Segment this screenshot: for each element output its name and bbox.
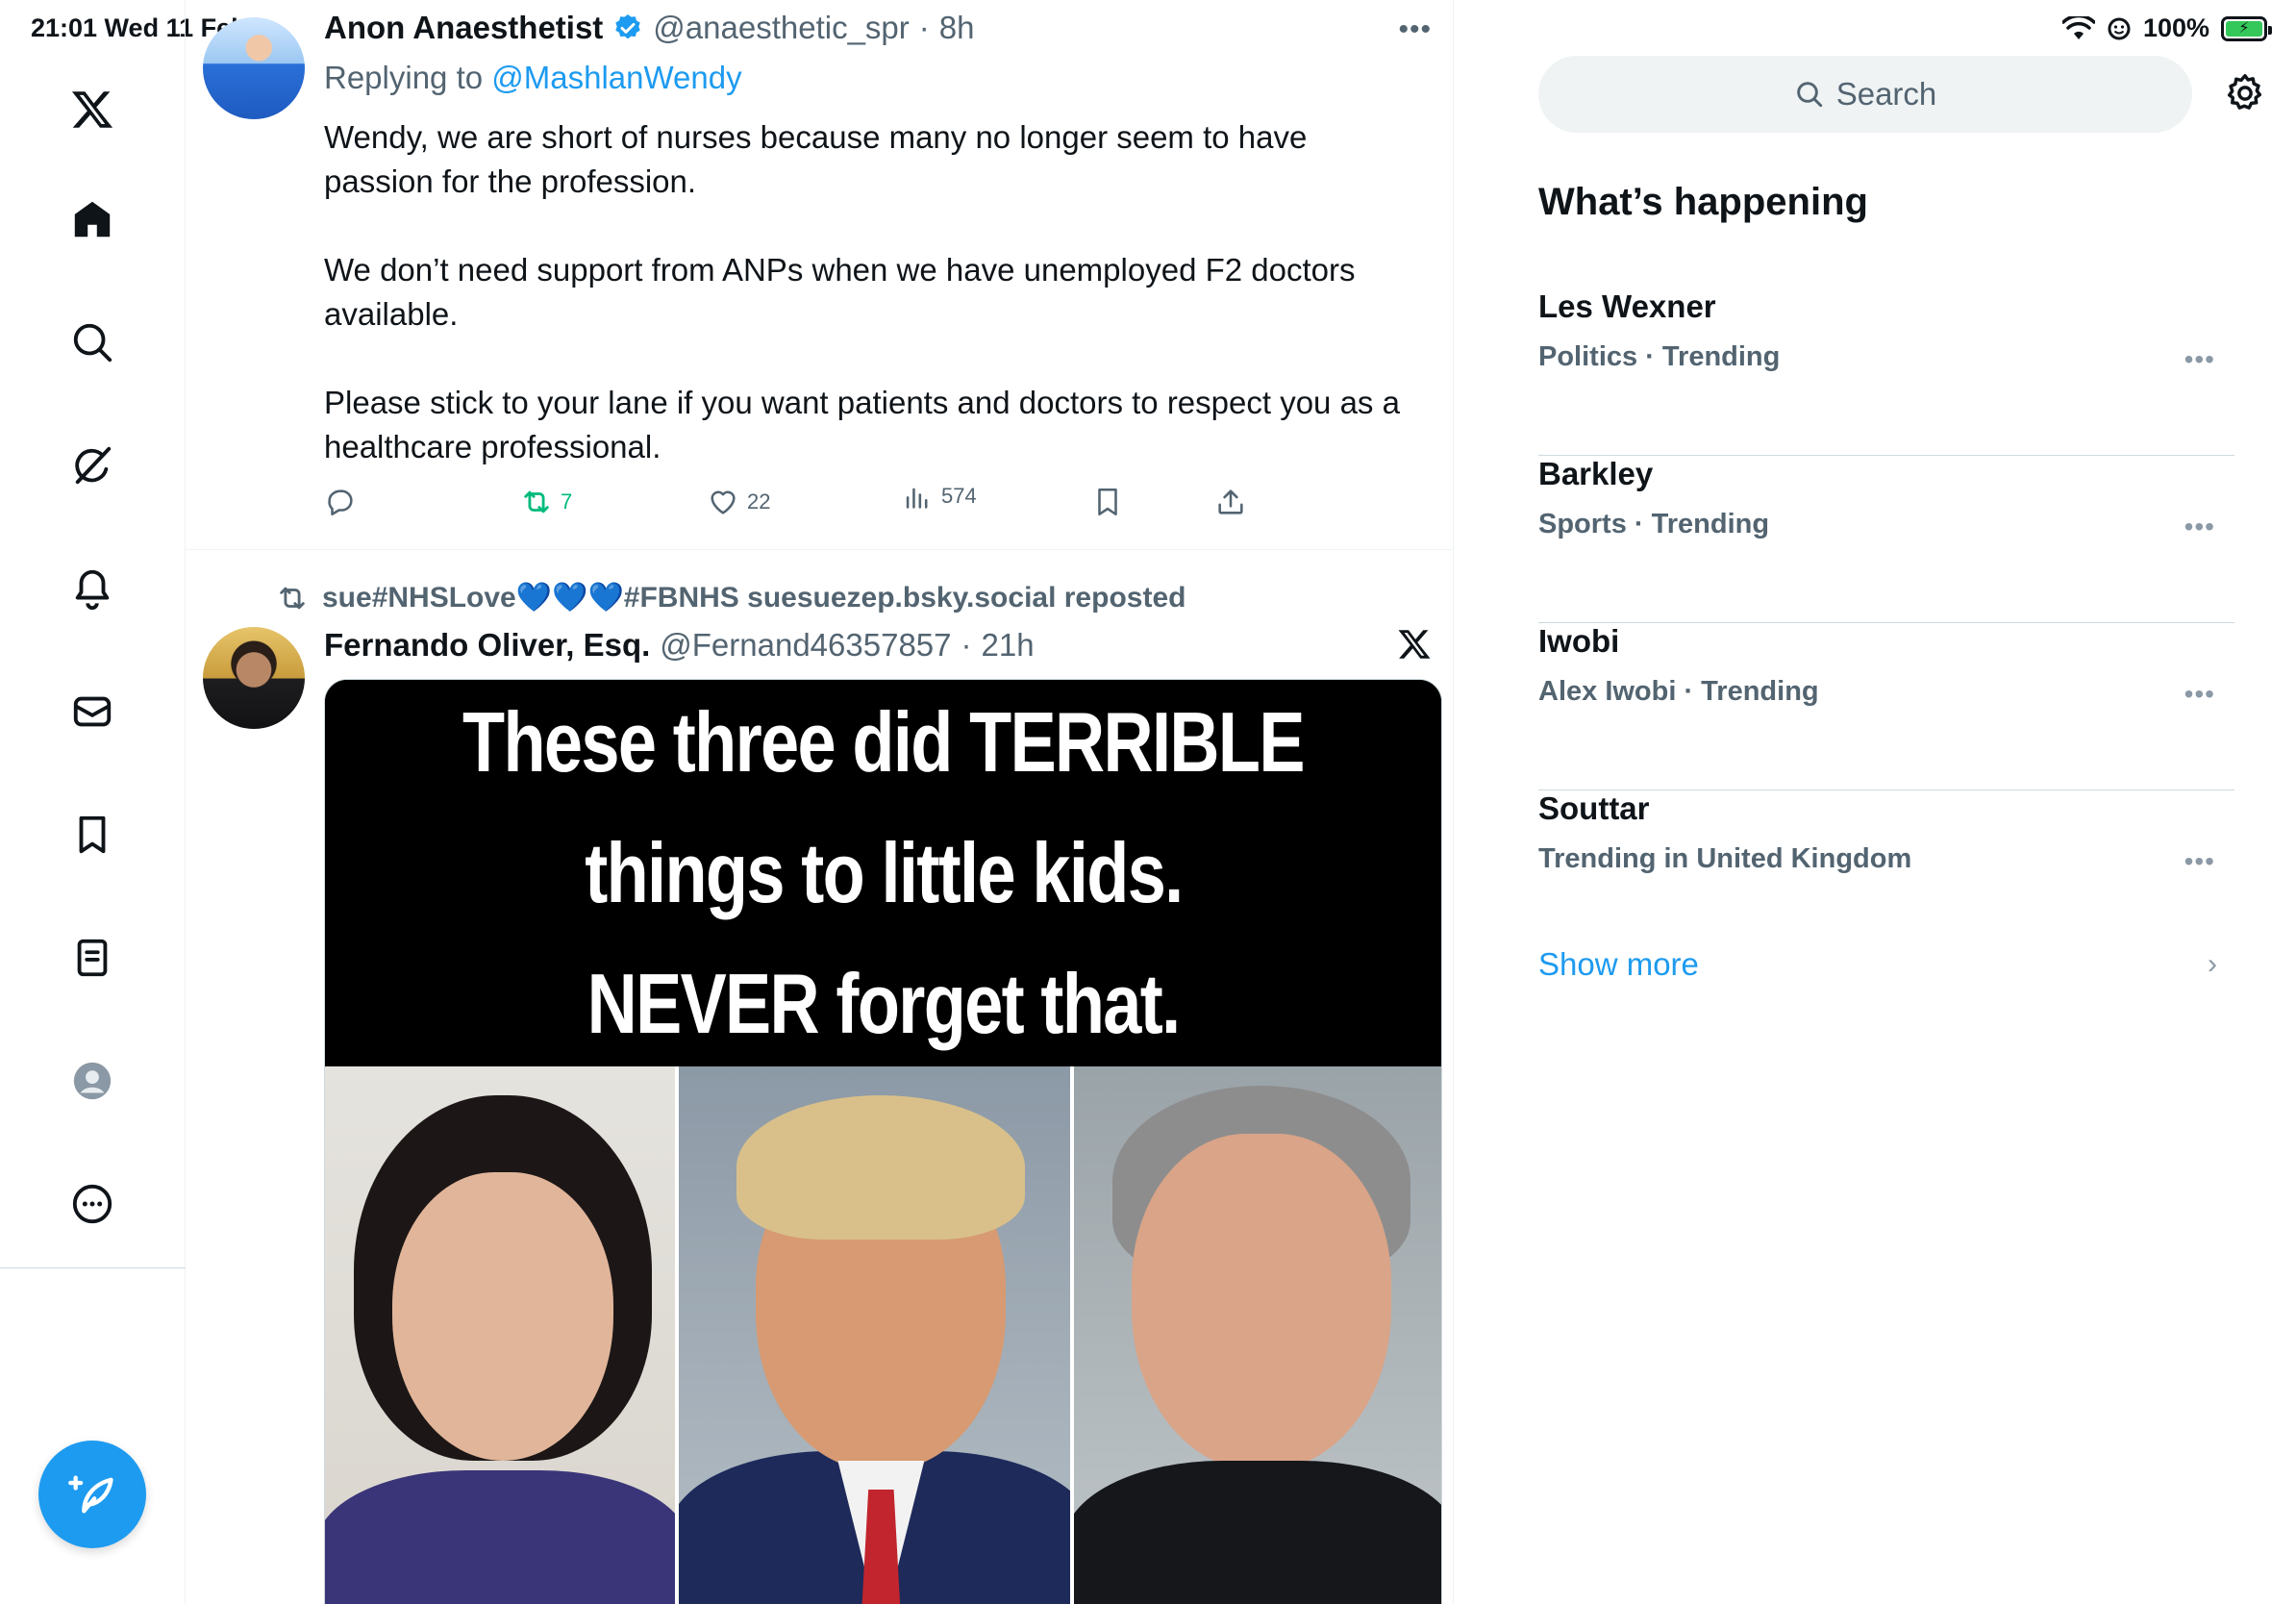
trend-meta: Politics · Trending <box>1538 341 1781 372</box>
share-button[interactable] <box>1214 486 1247 518</box>
trend-name: Iwobi <box>1538 623 1620 659</box>
trend-name: Les Wexner <box>1538 288 1716 324</box>
trend-more-icon[interactable]: ••• <box>2184 512 2215 542</box>
nav-divider <box>0 1267 186 1268</box>
media-photo <box>1073 1066 1441 1604</box>
x-logo-icon[interactable] <box>63 81 121 138</box>
search-placeholder: Search <box>1835 76 1937 112</box>
more-icon[interactable] <box>63 1175 121 1233</box>
retweet-icon <box>524 490 549 514</box>
author-name[interactable]: Fernando Oliver, Esq. <box>324 627 650 664</box>
replying-to-prefix: Replying to <box>324 60 492 95</box>
profile-icon[interactable] <box>63 1052 121 1110</box>
trend-item[interactable]: Les Wexner Politics · Trending ••• <box>1538 288 2234 456</box>
media-photos <box>325 1066 1441 1604</box>
chevron-right-icon[interactable]: › <box>2208 948 2217 981</box>
avatar[interactable] <box>203 17 305 119</box>
tweet-paragraph: Wendy, we are short of nurses because ma… <box>324 119 1308 199</box>
retweet-button[interactable]: 7 <box>520 486 572 518</box>
trend-item[interactable]: Barkley Sports · Trending ••• <box>1538 456 2234 623</box>
compose-feather-icon <box>68 1475 113 1514</box>
views-button[interactable]: 574 <box>901 480 977 513</box>
tweet-header: Fernando Oliver, Esq. @Fernand46357857 ·… <box>324 627 1035 664</box>
compose-post-button[interactable] <box>38 1441 146 1548</box>
settings-gear-icon[interactable] <box>2223 71 2267 115</box>
tweet-paragraph: Please stick to your lane if you want pa… <box>324 385 1400 464</box>
like-button[interactable]: 22 <box>707 486 770 518</box>
replying-to-mention[interactable]: @MashlanWendy <box>491 60 741 95</box>
like-count: 22 <box>747 489 771 514</box>
views-icon <box>906 488 928 509</box>
grok-icon[interactable] <box>63 437 121 494</box>
lists-icon[interactable] <box>63 929 121 987</box>
reply-button[interactable] <box>324 486 357 518</box>
trend-item[interactable]: Souttar Trending in United Kingdom ••• <box>1538 790 2234 958</box>
verified-badge-icon <box>615 14 640 39</box>
tweet-time[interactable]: 8h <box>939 10 975 46</box>
author-name[interactable]: Anon Anaesthetist <box>324 10 603 46</box>
media-caption-line: NEVER forget that. <box>586 956 1182 1051</box>
heart-icon <box>711 490 736 514</box>
reposted-by-text[interactable]: sue#NHSLove💙💙💙#FBNHS suesuezep.bsky.soci… <box>322 581 1185 614</box>
tweet-time[interactable]: 21h <box>982 627 1035 664</box>
media-caption-line: These three did TERRIBLE <box>462 694 1305 789</box>
whats-happening-title: What’s happening <box>1538 181 1868 223</box>
timeline: Anon Anaesthetist @anaesthetic_spr · 8h … <box>186 0 1454 1604</box>
trend-more-icon[interactable]: ••• <box>2184 679 2215 710</box>
tweet-actions: 7 22 574 <box>324 484 1420 524</box>
avatar[interactable] <box>203 627 305 729</box>
separator-dot: · <box>918 10 930 45</box>
trend-item[interactable]: Iwobi Alex Iwobi · Trending ••• <box>1538 623 2234 790</box>
share-icon <box>1218 489 1243 514</box>
bookmark-icon <box>1098 488 1117 516</box>
repost-indicator: sue#NHSLove💙💙💙#FBNHS suesuezep.bsky.soci… <box>276 581 1185 614</box>
search-icon[interactable] <box>63 313 121 371</box>
tweet-more-icon[interactable]: ••• <box>1398 13 1432 46</box>
author-handle: @anaesthetic_spr <box>653 10 910 45</box>
media-caption-line: things to little kids. <box>584 825 1184 920</box>
trend-more-icon[interactable]: ••• <box>2184 344 2215 375</box>
bookmarks-icon[interactable] <box>63 806 121 864</box>
media-photo <box>675 1066 1074 1604</box>
home-icon[interactable] <box>63 190 121 248</box>
tweet-media-image[interactable]: These three did TERRIBLE things to littl… <box>324 679 1442 1604</box>
author-handle: @Fernand46357857 <box>660 627 952 663</box>
right-sidebar: Search What’s happening Les Wexner Polit… <box>1454 0 2296 1604</box>
tweet-text: Wendy, we are short of nurses because ma… <box>324 115 1420 469</box>
reply-icon <box>328 489 353 516</box>
tweet-paragraph: We don’t need support from ANPs when we … <box>324 252 1356 332</box>
tweet-header: Anon Anaesthetist @anaesthetic_spr · 8h <box>324 10 975 46</box>
bookmark-button[interactable] <box>1091 486 1124 518</box>
trend-meta: Sports · Trending <box>1538 509 1770 539</box>
trend-meta: Alex Iwobi · Trending <box>1538 676 1819 707</box>
trend-more-icon[interactable]: ••• <box>2184 846 2215 877</box>
media-photo <box>325 1066 676 1604</box>
left-nav <box>0 0 186 1604</box>
views-count: 574 <box>941 484 977 508</box>
notifications-icon[interactable] <box>63 560 121 617</box>
separator-dot: · <box>961 627 972 663</box>
messages-icon[interactable] <box>63 683 121 740</box>
replying-to: Replying to @MashlanWendy <box>324 60 742 96</box>
trend-meta: Trending in United Kingdom <box>1538 843 1912 874</box>
tweet-divider <box>186 549 1454 550</box>
retweet-count: 7 <box>561 489 573 514</box>
media-caption: These three did TERRIBLE things to littl… <box>325 680 1441 1066</box>
search-input[interactable]: Search <box>1538 56 2192 133</box>
show-more-link[interactable]: Show more <box>1538 946 1699 983</box>
trend-name: Souttar <box>1538 790 1650 826</box>
trend-name: Barkley <box>1538 456 1654 491</box>
search-icon <box>1796 82 1822 108</box>
retweet-icon <box>280 587 305 609</box>
x-logo-icon[interactable] <box>1397 627 1432 662</box>
